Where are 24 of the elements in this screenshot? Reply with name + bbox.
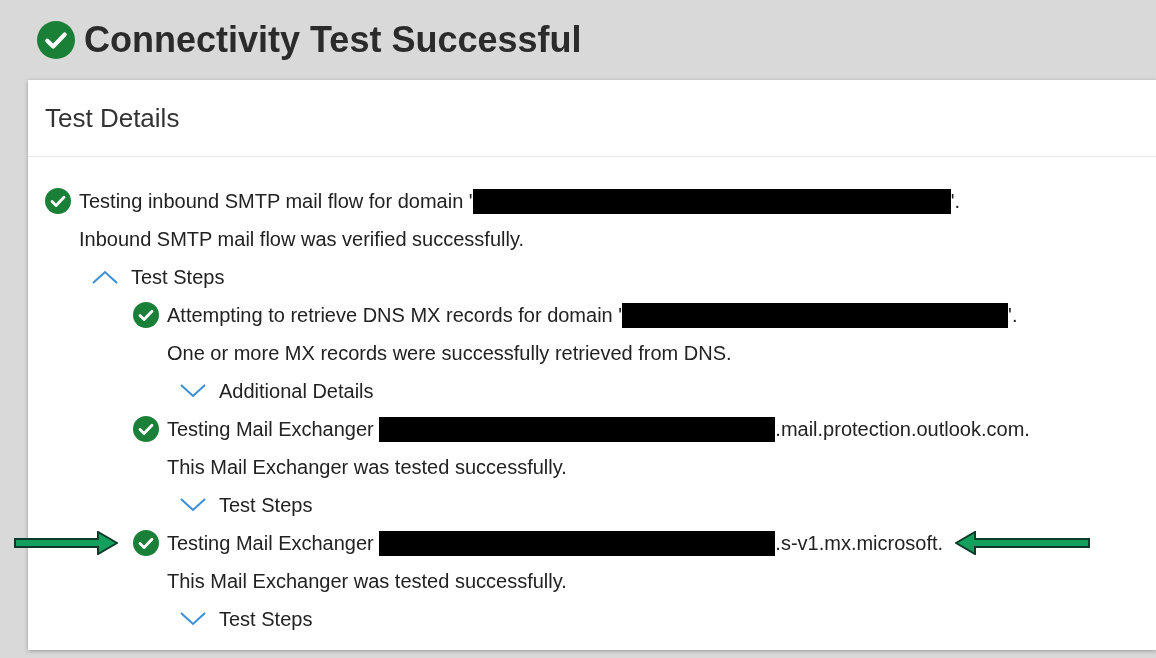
result-text: '. [950,189,960,214]
chevron-down-icon[interactable] [179,611,207,627]
result-message: This Mail Exchanger was tested successfully. [167,455,567,480]
section-toggle[interactable]: Additional Details [219,376,374,406]
panel-title: Test Details [45,101,180,135]
result-text: .mail.protection.outlook.com. [775,417,1030,442]
result-text: '. [1008,303,1018,328]
result-message: This Mail Exchanger was tested successfully. [167,569,567,594]
chevron-down-icon[interactable] [179,497,207,513]
result-text: Testing Mail Exchanger [167,417,375,442]
chevron-down-icon[interactable] [179,383,207,399]
result-message: Inbound SMTP mail flow was verified successfully. [79,227,524,252]
result-text: Testing Mail Exchanger [167,531,375,556]
result-text: Attempting to retrieve DNS MX records for domain ' [167,303,623,328]
chevron-up-icon[interactable] [91,269,119,285]
result-text: Testing inbound SMTP mail flow for domain ' [79,189,473,214]
left-arrow-icon [955,531,1091,555]
section-toggle[interactable]: Test Steps [219,490,313,520]
section-toggle[interactable]: Test Steps [219,604,313,634]
result-message: One or more MX records were successfully retrieved from DNS. [167,341,732,366]
page-title: Connectivity Test Successful [84,18,582,62]
right-arrow-icon [14,531,118,555]
result-text: .s-v1.mx.microsoft. [775,531,944,556]
section-toggle[interactable]: Test Steps [131,262,225,292]
